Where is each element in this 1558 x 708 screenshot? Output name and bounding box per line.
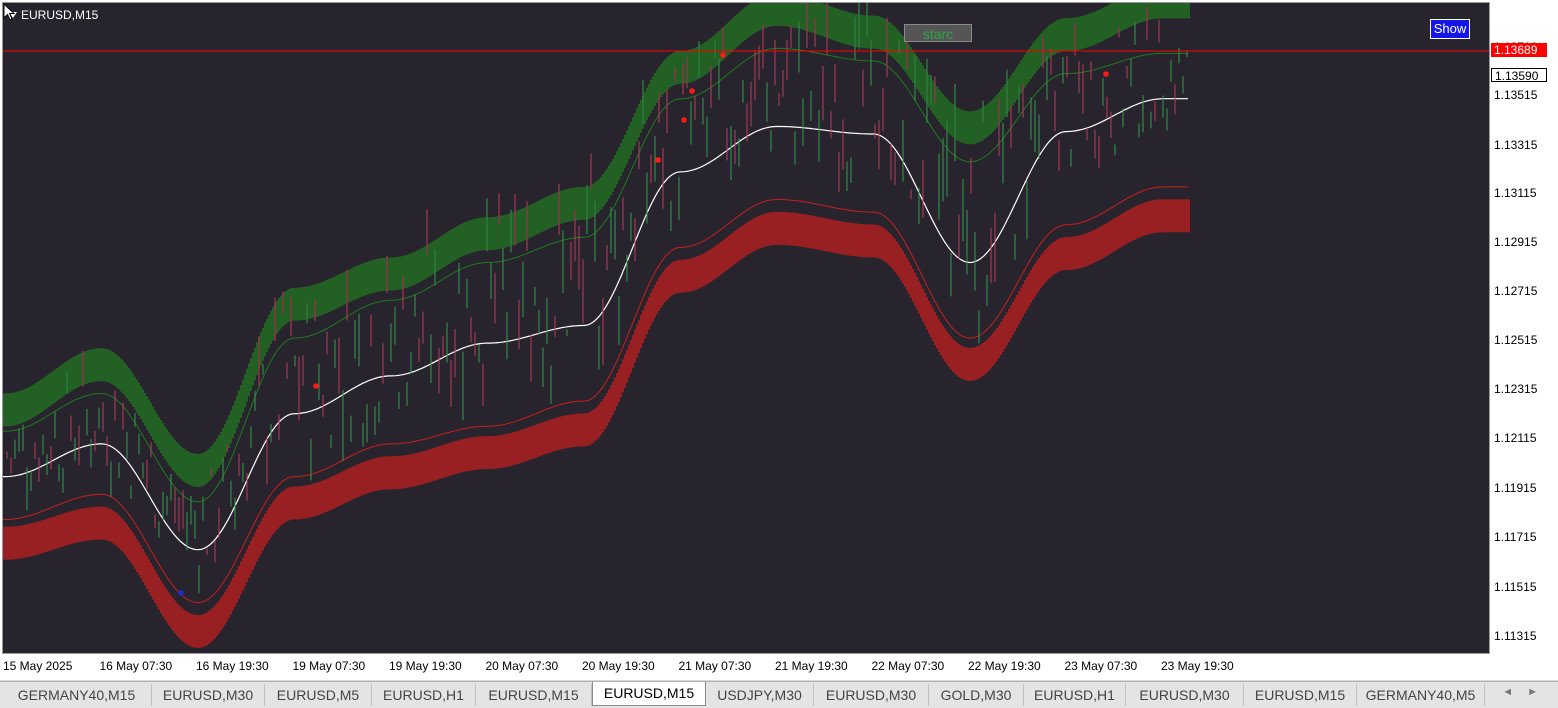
sell-signal-dot bbox=[655, 157, 661, 163]
price-tick-label: 1.12915 bbox=[1494, 235, 1538, 249]
price-tick-label: 1.12515 bbox=[1494, 333, 1538, 347]
sell-signal-dot bbox=[313, 383, 319, 389]
sell-signal-dot bbox=[681, 117, 687, 123]
price-tick-label: 1.11515 bbox=[1494, 580, 1537, 594]
sell-signal-dot bbox=[1103, 71, 1109, 77]
price-axis[interactable]: 1.137101.135151.133151.131151.129151.127… bbox=[1490, 0, 1558, 656]
mid-line bbox=[3, 98, 1188, 551]
mouse-cursor-icon bbox=[3, 3, 16, 21]
last-price-label: 1.13590 bbox=[1491, 68, 1547, 83]
tab-gold-m30[interactable]: GOLD,M30 bbox=[929, 684, 1024, 706]
time-tick-label: 16 May 19:30 bbox=[196, 659, 269, 673]
price-tick-label: 1.12115 bbox=[1494, 431, 1537, 445]
symbol-label: EURUSD,M15 bbox=[21, 8, 99, 22]
tab-usdjpy-m30[interactable]: USDJPY,M30 bbox=[706, 684, 814, 706]
buy-signal-dot bbox=[178, 590, 184, 596]
tab-eurusd-h1[interactable]: EURUSD,H1 bbox=[372, 684, 476, 706]
tab-eurusd-m30[interactable]: EURUSD,M30 bbox=[1126, 684, 1244, 706]
time-tick-label: 15 May 2025 bbox=[3, 659, 73, 673]
time-tick-label: 20 May 19:30 bbox=[582, 659, 655, 673]
price-tick-label: 1.11315 bbox=[1494, 629, 1537, 643]
tab-eurusd-m15[interactable]: EURUSD,M15 bbox=[1244, 684, 1357, 706]
price-tick-label: 1.12315 bbox=[1494, 382, 1538, 396]
tab-eurusd-m5[interactable]: EURUSD,M5 bbox=[265, 684, 372, 706]
tab-germany40-m15[interactable]: GERMANY40,M15 bbox=[2, 684, 152, 706]
tab-eurusd-h1[interactable]: EURUSD,H1 bbox=[1024, 684, 1126, 706]
price-tick-label: 1.12715 bbox=[1494, 284, 1538, 298]
tab-scroll-arrows-icon[interactable]: ◄► bbox=[1502, 686, 1552, 698]
chart-tab-bar: ◄► GERMANY40,M15 EURUSD,M30 EURUSD,M5 EURUS… bbox=[0, 681, 1558, 708]
sell-signal-dot bbox=[720, 52, 726, 58]
time-tick-label: 21 May 07:30 bbox=[678, 659, 752, 673]
current-price-label: 1.13689 bbox=[1491, 43, 1547, 57]
price-tick-label: 1.13315 bbox=[1494, 138, 1538, 152]
tab-eurusd-m30[interactable]: EURUSD,M30 bbox=[152, 684, 265, 706]
time-tick-label: 20 May 07:30 bbox=[485, 659, 559, 673]
sell-signal-dot bbox=[689, 88, 695, 94]
symbol-title[interactable]: EURUSD,M15 bbox=[9, 8, 98, 22]
time-tick-label: 22 May 07:30 bbox=[871, 659, 945, 673]
time-axis[interactable]: 15 May 2025 16 May 07:30 16 May 19:30 19 Ma… bbox=[0, 656, 1490, 678]
time-tick-label: 19 May 07:30 bbox=[292, 659, 366, 673]
price-tick-label: 1.13515 bbox=[1494, 88, 1538, 102]
chart-window: EURUSD,M15 starc Show 1.137101.135151.13… bbox=[0, 0, 1558, 680]
time-tick-label: 16 May 07:30 bbox=[99, 659, 173, 673]
tab-eurusd-m15[interactable]: EURUSD,M15 bbox=[476, 684, 592, 706]
price-chart bbox=[3, 3, 1489, 648]
price-tick-label: 1.13115 bbox=[1494, 186, 1537, 200]
time-tick-label: 23 May 19:30 bbox=[1161, 659, 1234, 673]
time-tick-label: 23 May 07:30 bbox=[1064, 659, 1138, 673]
time-tick-label: 19 May 19:30 bbox=[389, 659, 462, 673]
time-tick-label: 21 May 19:30 bbox=[775, 659, 848, 673]
chart-plot-area[interactable]: EURUSD,M15 starc Show bbox=[2, 2, 1490, 654]
time-tick-label: 22 May 19:30 bbox=[968, 659, 1041, 673]
tab-germany40-m5[interactable]: GERMANY40,M5 bbox=[1357, 684, 1485, 706]
starc-button[interactable]: starc bbox=[904, 24, 972, 42]
tab-eurusd-m15[interactable]: EURUSD,M15 bbox=[592, 682, 706, 706]
price-tick-label: 1.11915 bbox=[1494, 481, 1537, 495]
price-tick-label: 1.11715 bbox=[1494, 530, 1537, 544]
show-button[interactable]: Show bbox=[1430, 19, 1470, 39]
tab-eurusd-m30[interactable]: EURUSD,M30 bbox=[814, 684, 929, 706]
